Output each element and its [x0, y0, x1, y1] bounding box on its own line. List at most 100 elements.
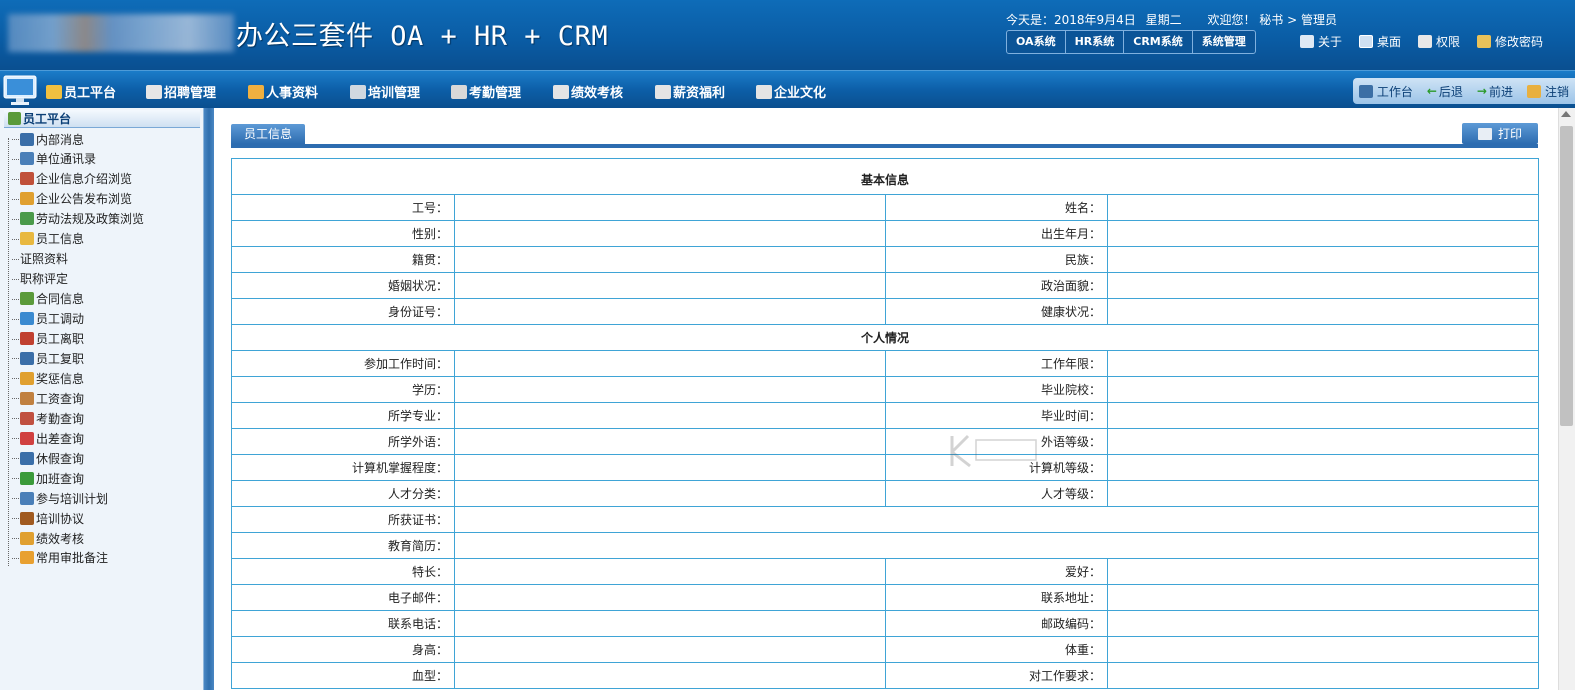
- field-value[interactable]: [454, 454, 886, 481]
- field-value[interactable]: [1106, 480, 1540, 507]
- field-value[interactable]: [454, 246, 886, 273]
- field-value[interactable]: [1106, 194, 1540, 221]
- field-value[interactable]: [1106, 454, 1540, 481]
- workbench-button[interactable]: 工作台: [1358, 83, 1413, 100]
- field-value[interactable]: [454, 376, 886, 403]
- sidebar-item[interactable]: 加班查询: [11, 469, 84, 487]
- print-button[interactable]: 打印: [1462, 123, 1538, 144]
- back-button[interactable]: ← 后退: [1427, 83, 1463, 100]
- field-value[interactable]: [1106, 584, 1540, 611]
- field-value[interactable]: [454, 662, 886, 689]
- agreement-icon: [20, 511, 34, 525]
- nav-training[interactable]: 培训管理: [350, 82, 420, 101]
- field-value[interactable]: [454, 610, 886, 637]
- field-value[interactable]: [1106, 636, 1540, 663]
- field-value[interactable]: [454, 480, 886, 507]
- sidebar-item[interactable]: 员工调动: [11, 310, 84, 328]
- sidebar-splitter[interactable]: [204, 108, 214, 690]
- sidebar-item[interactable]: 参与培训计划: [11, 489, 108, 507]
- field-value[interactable]: [454, 220, 886, 247]
- field-label: 民族：: [885, 246, 1108, 273]
- tab-hr[interactable]: HR系统: [1066, 31, 1125, 53]
- field-value[interactable]: [453, 532, 1540, 559]
- field-value[interactable]: [453, 506, 1540, 533]
- field-value[interactable]: [1106, 246, 1540, 273]
- form-row: 所学专业： 毕业时间：: [231, 402, 1540, 429]
- field-label: 人才等级：: [885, 480, 1108, 507]
- field-value[interactable]: [454, 298, 886, 325]
- nav-personnel[interactable]: 人事资料: [248, 82, 318, 101]
- nav-attendance[interactable]: 考勤管理: [451, 82, 521, 101]
- field-value[interactable]: [454, 402, 886, 429]
- permission-label: 权限: [1436, 35, 1461, 49]
- field-label: 参加工作时间：: [231, 350, 455, 377]
- tab-oa[interactable]: OA系统: [1007, 31, 1066, 53]
- change-password-link[interactable]: 修改密码: [1477, 33, 1543, 50]
- nav-employee-platform[interactable]: 员工平台: [46, 82, 116, 101]
- sidebar-item[interactable]: 劳动法规及政策浏览: [11, 210, 144, 228]
- field-value[interactable]: [1106, 662, 1540, 689]
- about-link[interactable]: 关于: [1300, 33, 1342, 50]
- field-value[interactable]: [1106, 428, 1540, 455]
- sidebar-item[interactable]: 奖惩信息: [11, 369, 84, 387]
- sidebar-item[interactable]: 单位通讯录: [11, 150, 96, 168]
- field-value[interactable]: [1106, 220, 1540, 247]
- sidebar-item[interactable]: 工资查询: [11, 389, 84, 407]
- folder-user-icon: [20, 232, 34, 246]
- nav-culture[interactable]: 企业文化: [756, 82, 826, 101]
- forward-button[interactable]: → 前进: [1477, 83, 1513, 100]
- sidebar-item-label: 职称评定: [20, 272, 69, 287]
- field-label: 姓名：: [885, 194, 1108, 221]
- section-personal-info: 个人情况: [230, 324, 1540, 351]
- field-value[interactable]: [1106, 376, 1540, 403]
- sidebar-header[interactable]: 员工平台: [4, 110, 200, 128]
- sidebar-item[interactable]: 证照资料: [11, 250, 69, 268]
- field-value[interactable]: [1106, 610, 1540, 637]
- field-value[interactable]: [454, 584, 886, 611]
- sidebar-item-label: 考勤查询: [36, 411, 85, 426]
- watermark-logo: [950, 434, 1037, 468]
- field-label: 工作年限：: [885, 350, 1108, 377]
- sidebar-item[interactable]: 合同信息: [11, 290, 84, 308]
- sidebar-item[interactable]: 考勤查询: [11, 409, 85, 427]
- field-value[interactable]: [1106, 350, 1540, 377]
- field-value[interactable]: [454, 428, 886, 455]
- field-value[interactable]: [1106, 272, 1540, 299]
- field-value[interactable]: [1106, 402, 1540, 429]
- sidebar-item[interactable]: 员工信息: [11, 230, 84, 248]
- sidebar-item[interactable]: 常用审批备注: [11, 549, 108, 567]
- field-value[interactable]: [454, 272, 886, 299]
- nav-salary[interactable]: 薪资福利: [655, 82, 725, 101]
- sidebar-item[interactable]: 出差查询: [11, 429, 84, 447]
- sidebar-item[interactable]: 休假查询: [11, 449, 84, 467]
- field-value[interactable]: [454, 350, 886, 377]
- sidebar-item[interactable]: 企业公告发布浏览: [11, 190, 132, 208]
- sidebar-item[interactable]: 企业信息介绍浏览: [11, 170, 132, 188]
- sidebar-item[interactable]: 职称评定: [11, 270, 69, 288]
- sidebar-item[interactable]: 员工复职: [11, 349, 84, 367]
- tab-crm[interactable]: CRM系统: [1124, 31, 1193, 53]
- logout-button[interactable]: 注销: [1526, 83, 1569, 100]
- desktop-link[interactable]: 桌面: [1359, 33, 1401, 50]
- nav-performance[interactable]: 绩效考核: [553, 82, 623, 101]
- app-header: 办公三套件 OA + HR + CRM 今天是：2018年9月4日 星期二 欢迎…: [0, 0, 1575, 70]
- field-value[interactable]: [454, 636, 886, 663]
- sidebar-item[interactable]: 绩效考核: [11, 529, 84, 547]
- sidebar-item[interactable]: 员工离职: [11, 330, 84, 348]
- sidebar-item-label: 证照资料: [20, 252, 69, 267]
- tab-system-admin[interactable]: 系统管理: [1193, 31, 1255, 53]
- recruit-icon: [146, 84, 162, 99]
- scroll-thumb[interactable]: [1560, 126, 1573, 426]
- permission-link[interactable]: 权限: [1418, 33, 1460, 50]
- sidebar-item[interactable]: 培训协议: [11, 509, 84, 527]
- form-row: 特长： 爱好：: [231, 558, 1540, 585]
- scroll-up-arrow-icon[interactable]: [1561, 111, 1571, 117]
- field-value[interactable]: [1106, 298, 1540, 325]
- field-value[interactable]: [1106, 558, 1540, 585]
- field-value[interactable]: [454, 194, 886, 221]
- panel-tab-employee-info[interactable]: 员工信息: [231, 124, 306, 144]
- field-value[interactable]: [454, 558, 886, 585]
- assess-icon: [20, 531, 34, 545]
- nav-recruit[interactable]: 招聘管理: [146, 82, 216, 101]
- sidebar-item[interactable]: 内部消息: [11, 130, 84, 148]
